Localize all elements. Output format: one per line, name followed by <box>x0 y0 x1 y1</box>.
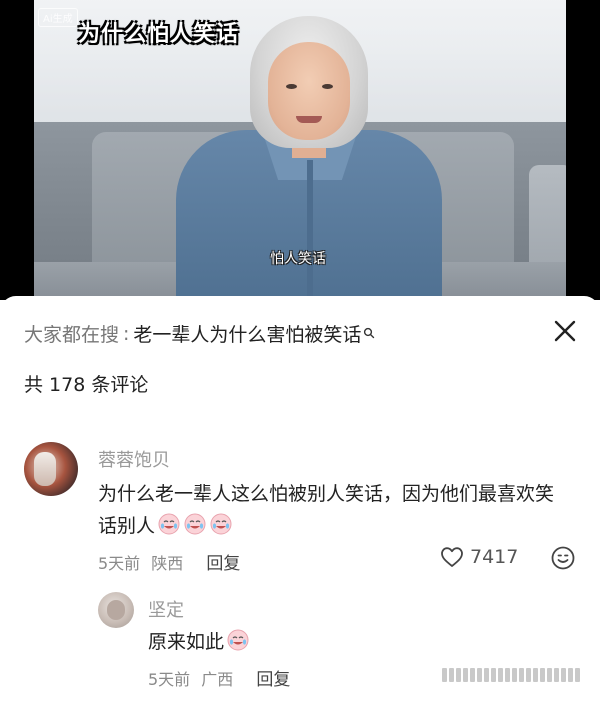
search-icon <box>363 322 375 338</box>
search-prefix: 大家都在搜 <box>24 324 120 346</box>
like-button[interactable]: 7417 <box>440 546 518 568</box>
comment-username[interactable]: 坚定 <box>148 596 184 622</box>
crying-laughing-emoji-icon <box>209 512 233 546</box>
comment-meta: 5天前 陕西 回复 <box>98 549 240 574</box>
comment-time: 5天前 <box>148 670 191 689</box>
comment-region: 广西 <box>201 670 234 689</box>
crying-emoji-icon <box>226 628 250 662</box>
comment-username[interactable]: 蓉蓉饱贝 <box>98 446 170 472</box>
comments-sheet: 大家都在搜 : 老一辈人为什么害怕被笑话 共 178 条评论 蓉蓉饱贝 为什么老… <box>0 296 600 706</box>
reaction-button[interactable] <box>550 545 576 575</box>
close-icon <box>554 320 576 342</box>
video-top-caption: 为什么怕人笑话 <box>78 22 240 47</box>
video-subtitle: 怕人笑话 <box>270 251 326 267</box>
avatar[interactable] <box>24 442 78 496</box>
smiley-icon <box>551 546 575 570</box>
comment-body: 原来如此 <box>148 631 225 653</box>
like-count: 7417 <box>470 546 519 568</box>
close-button[interactable] <box>552 318 578 344</box>
video-player[interactable]: Ai生成 为什么怕人笑话 怕人笑话 <box>0 0 600 300</box>
heart-icon <box>441 547 463 567</box>
reply-button[interactable]: 回复 <box>256 670 290 690</box>
watermark <box>442 668 580 682</box>
crying-laughing-emoji-icon <box>157 512 181 546</box>
crying-laughing-emoji-icon <box>183 512 207 546</box>
search-suggestion[interactable]: 大家都在搜 : 老一辈人为什么害怕被笑话 <box>24 320 375 347</box>
comment-meta: 5天前 广西 回复 <box>148 665 290 690</box>
person-face <box>268 42 350 140</box>
comment-region: 陕西 <box>151 554 184 573</box>
search-term[interactable]: 老一辈人为什么害怕被笑话 <box>133 320 361 347</box>
avatar[interactable] <box>98 592 134 628</box>
comment-text: 原来如此 <box>148 626 548 662</box>
search-colon: : <box>123 322 130 345</box>
comments-count: 共 178 条评论 <box>24 374 149 396</box>
comment-time: 5天前 <box>98 554 141 573</box>
comment-text: 为什么老一辈人这么怕被别人笑话，因为他们最喜欢笑话别人 <box>98 478 570 546</box>
ai-generated-badge: Ai生成 <box>38 8 78 27</box>
reply-button[interactable]: 回复 <box>206 554 240 574</box>
